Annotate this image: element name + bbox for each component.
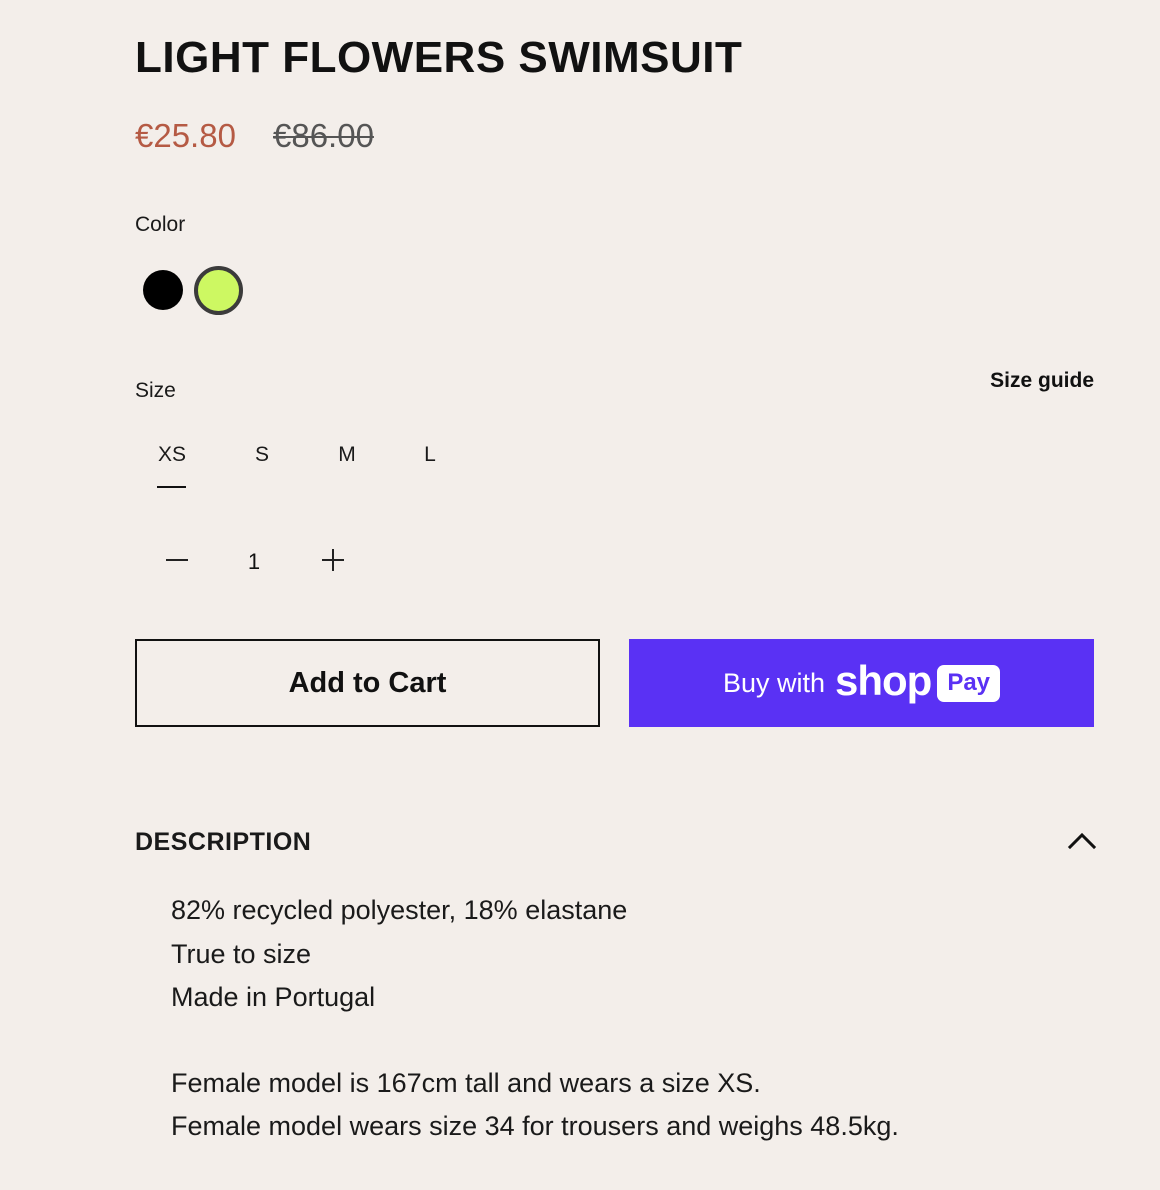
shop-pay-button[interactable]: Buy with shop Pay <box>629 639 1094 727</box>
size-option-xs[interactable]: XS <box>155 442 189 468</box>
original-price: €86.00 <box>273 117 374 154</box>
quantity-value[interactable]: 1 <box>244 548 264 576</box>
plus-icon[interactable] <box>319 544 347 576</box>
description-line: True to size <box>171 939 312 969</box>
product-title: LIGHT FLOWERS SWIMSUIT <box>135 33 743 82</box>
minus-icon[interactable] <box>163 544 191 576</box>
description-line: Female model is 167cm tall and wears a s… <box>171 1068 761 1098</box>
color-swatch-black[interactable] <box>143 270 183 310</box>
size-option-m[interactable]: M <box>335 442 359 468</box>
chevron-up-icon[interactable] <box>1064 826 1100 854</box>
size-guide-link[interactable]: Size guide <box>990 368 1094 394</box>
add-to-cart-label: Add to Cart <box>288 666 447 699</box>
description-line: Female model wears size 34 for trousers … <box>171 1111 899 1141</box>
color-label: Color <box>135 213 186 236</box>
sale-price: €25.80 <box>135 117 236 154</box>
size-option-s[interactable]: S <box>252 442 272 468</box>
shop-logo: shop <box>835 657 932 704</box>
size-option-l[interactable]: L <box>420 442 440 468</box>
description-heading[interactable]: DESCRIPTION <box>135 827 311 857</box>
pay-badge: Pay <box>937 664 1001 702</box>
size-label: Size <box>135 379 176 402</box>
description-line: Made in Portugal <box>171 982 376 1012</box>
color-swatch-lime[interactable] <box>194 266 243 315</box>
shop-pay-prefix: Buy with <box>722 668 825 698</box>
selected-size-indicator <box>157 486 186 488</box>
add-to-cart-button[interactable]: Add to Cart <box>135 639 600 727</box>
description-line: 82% recycled polyester, 18% elastane <box>171 895 628 925</box>
